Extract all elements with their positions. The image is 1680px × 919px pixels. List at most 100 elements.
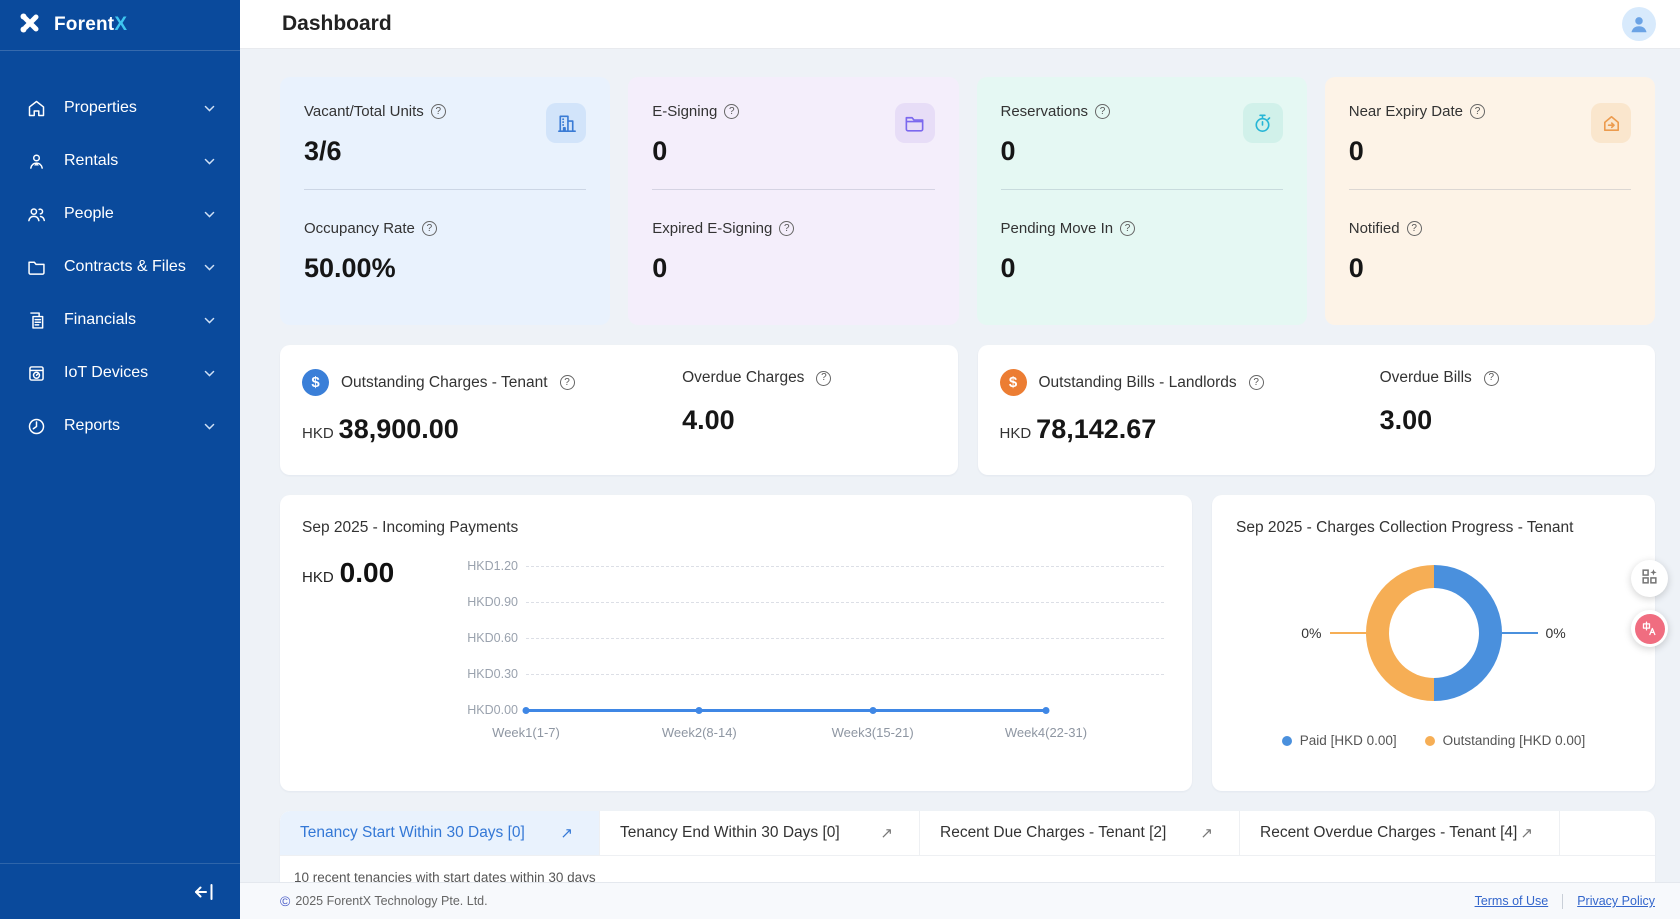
help-icon[interactable] (422, 221, 437, 236)
stat-label: E-Signing (652, 103, 717, 120)
external-link-arrow-icon: ↗ (1200, 824, 1213, 842)
stat-label: Expired E-Signing (652, 220, 772, 237)
stat-card-reservations: Reservations 0 Pending Move In 0 (977, 77, 1307, 325)
finance-row: $ Outstanding Charges - Tenant HKD38,900… (280, 345, 1655, 475)
x-tick-label: Week1(1-7) (492, 725, 560, 740)
dollar-circle-icon: $ (302, 369, 329, 396)
chevron-down-icon (203, 155, 216, 168)
sidebar-item-financials[interactable]: Financials (10, 300, 230, 340)
help-icon[interactable] (560, 375, 575, 390)
dashboard-content: Vacant/Total Units 3/6 Occupancy Rate 50… (240, 49, 1680, 882)
device-icon (26, 363, 47, 384)
legend-label: Outstanding [HKD 0.00] (1443, 733, 1586, 748)
y-tick-label: HKD0.90 (452, 595, 518, 609)
data-point (869, 707, 876, 714)
y-tick-label: HKD0.60 (452, 631, 518, 645)
help-icon[interactable] (431, 104, 446, 119)
tab-3[interactable]: Recent Due Charges - Tenant [2] ↗ (920, 811, 1240, 855)
brand-logo: ForentX (0, 0, 240, 51)
sidebar-item-rentals[interactable]: Rentals (10, 141, 230, 181)
translate-language-button[interactable] (1631, 610, 1668, 647)
help-icon[interactable] (1095, 104, 1110, 119)
chevron-down-icon (203, 208, 216, 221)
x-tick-label: Week4(22-31) (1005, 725, 1087, 740)
chevron-down-icon (203, 261, 216, 274)
sidebar-item-iot-devices[interactable]: IoT Devices (10, 353, 230, 393)
finance-subtitle: Overdue Bills (1380, 369, 1472, 387)
tab-2[interactable]: Tenancy End Within 30 Days [0]↗ (600, 811, 920, 855)
building-icon (546, 103, 586, 143)
x-axis-labels: Week1(1-7)Week2(8-14)Week3(15-21)Week4(2… (526, 725, 1164, 747)
gridline (526, 602, 1164, 603)
sidebar-item-people[interactable]: People (10, 194, 230, 234)
x-tick-label: Week2(8-14) (662, 725, 737, 740)
house-exit-icon (1591, 103, 1631, 143)
donut-chart: 0% 0% (1236, 565, 1631, 701)
stat-label: Near Expiry Date (1349, 103, 1463, 120)
sidebar-nav: Properties Rentals People Contracts & Fi… (0, 51, 240, 863)
stat-value: 0 (1349, 253, 1631, 284)
help-icon[interactable] (1484, 371, 1499, 386)
clock-report-icon (26, 416, 47, 437)
main-area: Dashboard Vacant/Total Units 3/6 Occupan… (240, 0, 1680, 919)
tenant-person-icon (26, 151, 47, 172)
customize-widgets-button[interactable] (1631, 560, 1668, 597)
chart-title: Sep 2025 - Incoming Payments (302, 519, 1164, 537)
x-tick-label: Week3(15-21) (832, 725, 914, 740)
chevron-down-icon (203, 420, 216, 433)
legend-dot (1282, 736, 1292, 746)
chevron-down-icon (203, 314, 216, 327)
help-icon[interactable] (779, 221, 794, 236)
user-avatar[interactable] (1622, 7, 1656, 41)
footer-link[interactable]: Privacy Policy (1577, 894, 1655, 908)
legend-item[interactable]: Paid [HKD 0.00] (1282, 733, 1397, 748)
stat-card-esigning: E-Signing 0 Expired E-Signing 0 (628, 77, 958, 325)
people-icon (26, 204, 47, 225)
sidebar-item-contracts-files[interactable]: Contracts & Files (10, 247, 230, 287)
translate-language-icon (1635, 614, 1665, 644)
footer-link[interactable]: Terms of Use (1475, 894, 1549, 908)
stat-card-units: Vacant/Total Units 3/6 Occupancy Rate 50… (280, 77, 610, 325)
tab-label: Recent Due Charges - Tenant [2] (940, 824, 1166, 842)
footer-links: Terms of Use Privacy Policy (1475, 894, 1655, 909)
stat-value: 50.00% (304, 253, 586, 284)
tab-1[interactable]: Tenancy Start Within 30 Days [0]↗ (280, 811, 600, 855)
stopwatch-icon (1243, 103, 1283, 143)
divider (1562, 894, 1563, 909)
stat-value: 3/6 (304, 136, 446, 167)
finance-subtitle: Overdue Charges (682, 369, 804, 387)
help-icon[interactable] (1470, 104, 1485, 119)
legend-item[interactable]: Outstanding [HKD 0.00] (1425, 733, 1586, 748)
help-icon[interactable] (816, 371, 831, 386)
sidebar-item-reports[interactable]: Reports (10, 406, 230, 446)
tenancy-tabs-card: Tenancy Start Within 30 Days [0]↗Tenancy… (280, 811, 1655, 882)
collapse-sidebar-icon[interactable] (192, 881, 216, 903)
stat-value: 0 (1349, 136, 1485, 167)
help-icon[interactable] (1407, 221, 1422, 236)
gridline (526, 674, 1164, 675)
help-icon[interactable] (724, 104, 739, 119)
donut-percent-right: 0% (1546, 625, 1566, 641)
leader-line-right (1502, 632, 1538, 634)
currency-label: HKD (302, 425, 334, 442)
gridline (526, 566, 1164, 567)
tab-label: Tenancy Start Within 30 Days [0] (300, 824, 525, 842)
chart-summary: HKD0.00 (302, 549, 452, 747)
overdue-value: 3.00 (1380, 405, 1633, 436)
charts-row: Sep 2025 - Incoming Payments HKD0.00 HKD… (280, 495, 1655, 791)
tab-4[interactable]: Recent Overdue Charges - Tenant [4]↗ (1240, 811, 1560, 855)
copyright-icon: © (280, 893, 290, 909)
help-icon[interactable] (1249, 375, 1264, 390)
sidebar-footer (0, 863, 240, 919)
external-link-arrow-icon: ↗ (1520, 824, 1533, 842)
footer: © 2025 ForentX Technology Pte. Ltd. Term… (240, 882, 1680, 919)
sidebar-item-properties[interactable]: Properties (10, 88, 230, 128)
help-icon[interactable] (1120, 221, 1135, 236)
dollar-circle-icon: $ (1000, 369, 1027, 396)
documents-icon (26, 310, 47, 331)
folder-icon (895, 103, 935, 143)
charges-collection-chart-card: Sep 2025 - Charges Collection Progress -… (1212, 495, 1655, 791)
external-link-arrow-icon: ↗ (880, 824, 893, 842)
stat-label: Reservations (1001, 103, 1089, 120)
stat-value: 0 (1001, 136, 1111, 167)
